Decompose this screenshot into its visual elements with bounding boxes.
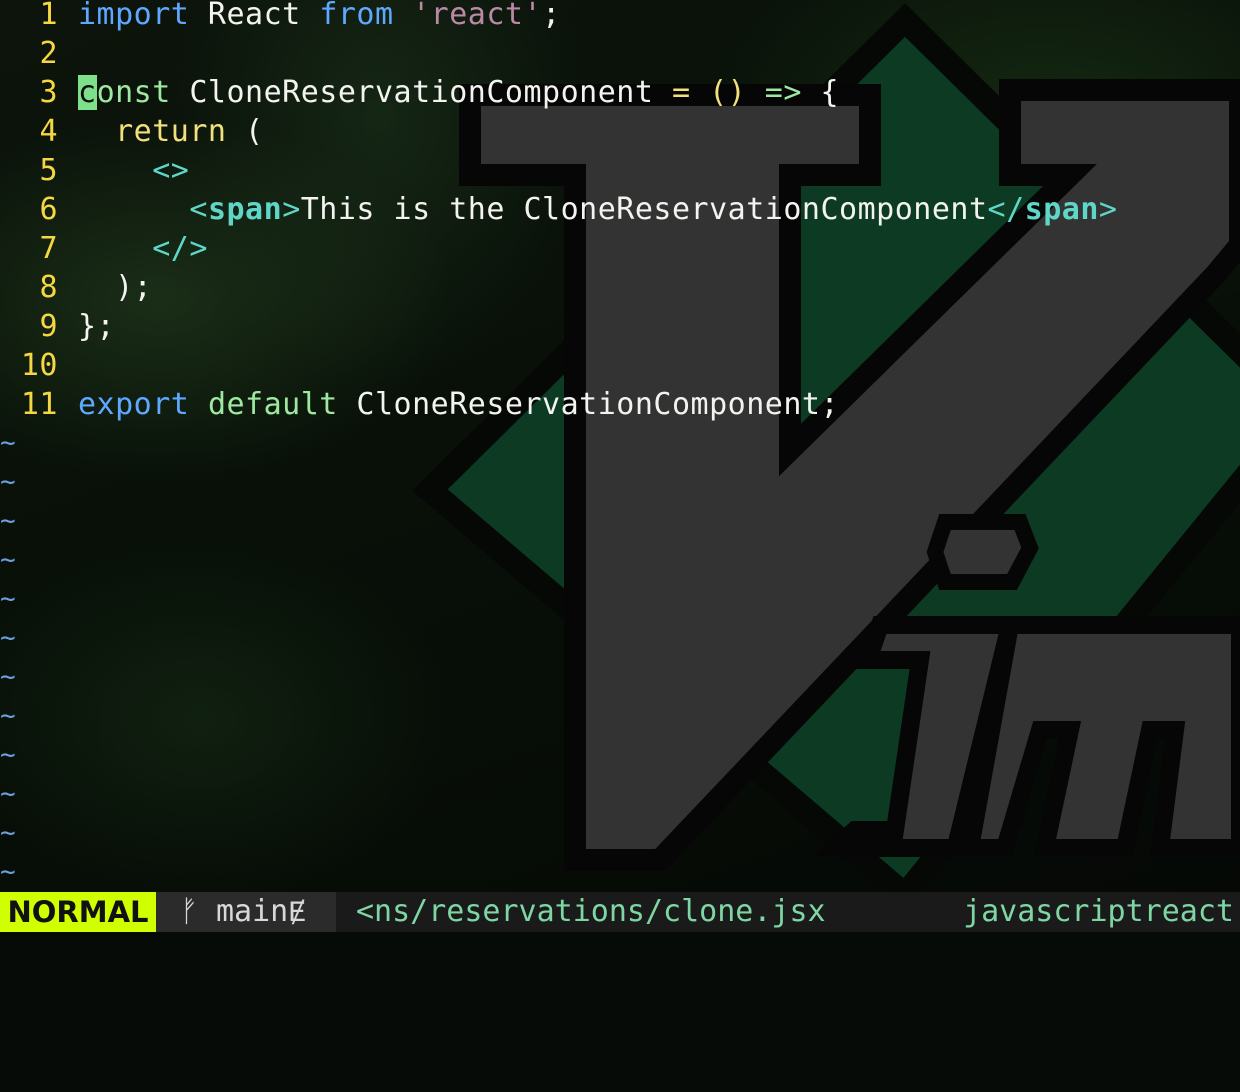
code-line[interactable]: 11 export default CloneReservationCompone… — [0, 385, 1240, 424]
empty-line-marker: ~ — [0, 662, 16, 692]
code-line[interactable]: 8 ); — [0, 268, 1240, 307]
code-line[interactable]: 7 </> — [0, 229, 1240, 268]
code-token: import — [78, 0, 190, 32]
code-line[interactable]: 4 return ( — [0, 112, 1240, 151]
code-text[interactable]: export default CloneReservationComponent… — [78, 385, 839, 424]
code-text[interactable]: return ( — [78, 112, 264, 151]
mode-indicator: NORMAL — [0, 892, 156, 932]
code-token: </ — [987, 192, 1025, 227]
statusline: NORMAL ᚠ mainɆ <ns/reservations/clone.js… — [0, 892, 1240, 932]
file-type: javascriptreact — [963, 894, 1234, 929]
code-token: return — [115, 114, 227, 149]
branch-label: main — [216, 894, 289, 929]
code-text[interactable]: </> — [78, 229, 208, 268]
code-token: default — [207, 387, 338, 422]
code-token: export — [78, 387, 190, 422]
code-token: = — [671, 75, 691, 110]
git-branch-icon: ᚠ — [180, 894, 198, 929]
line-number: 11 — [20, 387, 58, 422]
branch-modified-icon: Ɇ — [288, 894, 307, 929]
code-text[interactable]: ); — [78, 268, 152, 307]
empty-line-marker: ~ — [0, 818, 16, 848]
code-token: 'react' — [412, 0, 543, 32]
line-number: 9 — [39, 309, 58, 344]
code-text[interactable]: import React from 'react'; — [78, 0, 561, 34]
code-token: span — [1024, 192, 1099, 227]
code-token: CloneReservationComponent — [170, 75, 672, 110]
code-line[interactable]: 3 const CloneReservationComponent = () =>… — [0, 73, 1240, 112]
text-cursor: c — [78, 75, 97, 110]
git-branch-section: ᚠ mainɆ — [156, 892, 336, 932]
empty-line-marker: ~ — [0, 506, 16, 536]
code-line[interactable]: 1 import React from 'react'; — [0, 0, 1240, 34]
code-token: { — [801, 75, 840, 110]
code-line[interactable]: 5 <> — [0, 151, 1240, 190]
code-token: ); — [78, 270, 153, 305]
code-token: ; — [542, 0, 561, 32]
file-name: <ns/reservations/clone.jsx — [356, 894, 826, 929]
code-token: React — [189, 0, 320, 32]
empty-line-marker: ~ — [0, 467, 16, 497]
empty-line-marker: ~ — [0, 428, 16, 458]
code-token: </> — [152, 231, 208, 266]
line-number: 10 — [20, 348, 58, 383]
empty-line-marker: ~ — [0, 740, 16, 770]
code-line[interactable]: 6 <span>This is the CloneReservationComp… — [0, 190, 1240, 229]
code-line[interactable]: 9}; — [0, 307, 1240, 346]
line-number: 7 — [39, 231, 58, 266]
code-token: > — [282, 192, 301, 227]
code-token: onst — [96, 75, 171, 110]
empty-line-marker: ~ — [0, 779, 16, 809]
line-number: 3 — [39, 75, 58, 110]
code-token: () — [709, 75, 747, 110]
code-line[interactable]: 10 — [0, 346, 1240, 385]
line-number: 2 — [39, 36, 58, 71]
code-token: from — [319, 0, 394, 32]
code-line[interactable]: 2 — [0, 34, 1240, 73]
line-number: 4 — [39, 114, 58, 149]
empty-line-marker: ~ — [0, 584, 16, 614]
code-text[interactable]: const CloneReservationComponent = () => … — [78, 73, 839, 112]
empty-line-marker: ~ — [0, 623, 16, 653]
code-token: > — [1098, 192, 1118, 227]
line-number: 6 — [39, 192, 58, 227]
code-token: CloneReservationComponent; — [337, 387, 840, 422]
line-number: 1 — [39, 0, 58, 32]
empty-line-marker: ~ — [0, 701, 16, 731]
editor-buffer[interactable]: 1 import React from 'react'; 2 3 const Clone… — [0, 0, 1240, 892]
line-number: 5 — [39, 153, 58, 188]
code-text[interactable]: <span>This is the CloneReservationCompon… — [78, 190, 1117, 229]
code-token: => — [764, 75, 802, 110]
code-text[interactable]: <> — [78, 151, 189, 190]
empty-line-marker: ~ — [0, 857, 16, 887]
code-token: <> — [152, 153, 190, 188]
code-token: This is the CloneReservationComponent — [300, 192, 988, 227]
line-number: 8 — [39, 270, 58, 305]
code-token: }; — [78, 309, 116, 344]
empty-line-marker: ~ — [0, 545, 16, 575]
code-text[interactable]: }; — [78, 307, 115, 346]
code-token: span — [207, 192, 283, 227]
git-branch-name: mainɆ — [216, 892, 306, 932]
code-token: < — [189, 192, 208, 227]
code-token: ( — [226, 114, 264, 149]
